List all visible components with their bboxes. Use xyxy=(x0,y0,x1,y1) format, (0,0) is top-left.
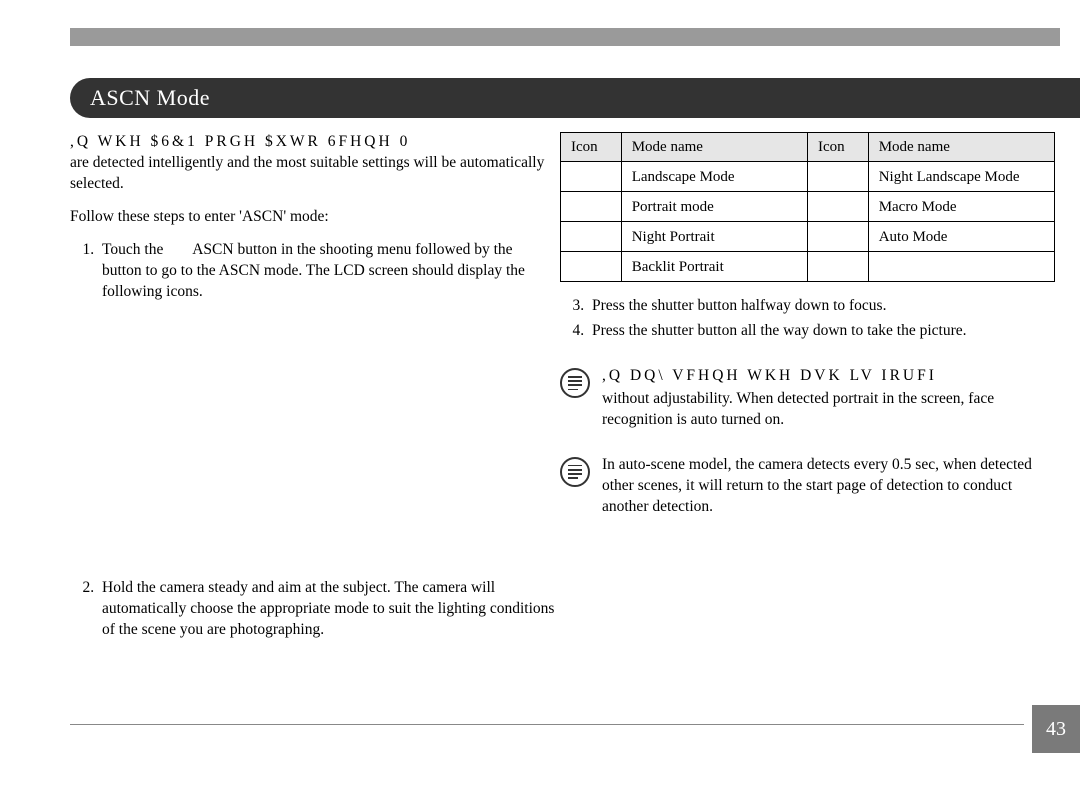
step-1-text-b: button to go to the ASCN mode. The LCD s… xyxy=(102,262,525,300)
mode-icon-cell xyxy=(561,222,622,252)
note-1-garbled: ,Q DQ\ VFHQH WKH DVK LV IRUFI xyxy=(602,366,1056,387)
step-1-text-mid: ASCN button in the shooting menu followe… xyxy=(192,241,516,258)
note-2-body: In auto-scene model, the camera detects … xyxy=(602,455,1056,518)
follow-steps-line: Follow these steps to enter 'ASCN' mode: xyxy=(70,207,560,228)
steps-list-right: Press the shutter button halfway down to… xyxy=(560,296,1056,342)
mode-name-cell: Night Landscape Mode xyxy=(868,162,1054,192)
header-rule xyxy=(70,28,1060,46)
footer-rule xyxy=(70,724,1024,725)
note-1-body: without adjustability. When detected por… xyxy=(602,389,1056,431)
intro-paragraph: are detected intelligently and the most … xyxy=(70,153,560,195)
mode-icon-cell xyxy=(807,252,868,282)
intro-garbled-line: ,Q WKH $6&1 PRGH $XWR 6FHQH 0 xyxy=(70,132,560,153)
table-row: Landscape Mode Night Landscape Mode xyxy=(561,162,1055,192)
mode-icon-cell xyxy=(807,222,868,252)
lcd-placeholder-gap xyxy=(70,308,560,578)
note-1-text: ,Q DQ\ VFHQH WKH DVK LV IRUFI without ad… xyxy=(602,366,1056,431)
right-column: Icon Mode name Icon Mode name Landscape … xyxy=(560,132,1056,647)
mode-name-cell: Landscape Mode xyxy=(621,162,807,192)
mode-name-cell: Night Portrait xyxy=(621,222,807,252)
table-row: Backlit Portrait xyxy=(561,252,1055,282)
mode-icon-cell xyxy=(807,162,868,192)
section-title-bar: ASCN Mode xyxy=(70,78,1080,118)
th-icon-2: Icon xyxy=(807,133,868,162)
mode-icon-cell xyxy=(561,252,622,282)
page-number: 43 xyxy=(1032,705,1080,753)
content-columns: ,Q WKH $6&1 PRGH $XWR 6FHQH 0 are detect… xyxy=(70,132,1080,647)
steps-list-left: Touch the ASCN button in the shooting me… xyxy=(70,240,560,303)
mode-icon-cell xyxy=(561,192,622,222)
note-1: ,Q DQ\ VFHQH WKH DVK LV IRUFI without ad… xyxy=(560,366,1056,431)
step-4: Press the shutter button all the way dow… xyxy=(588,321,1056,342)
step-3: Press the shutter button halfway down to… xyxy=(588,296,1056,317)
table-row: Portrait mode Macro Mode xyxy=(561,192,1055,222)
step-1-text-a: Touch the xyxy=(102,241,167,258)
left-column: ,Q WKH $6&1 PRGH $XWR 6FHQH 0 are detect… xyxy=(70,132,560,647)
note-2: In auto-scene model, the camera detects … xyxy=(560,455,1056,518)
th-icon-1: Icon xyxy=(561,133,622,162)
manual-page: ASCN Mode ,Q WKH $6&1 PRGH $XWR 6FHQH 0 … xyxy=(0,0,1080,785)
mode-name-cell: Auto Mode xyxy=(868,222,1054,252)
mode-name-cell: Backlit Portrait xyxy=(621,252,807,282)
steps-list-left-2: Hold the camera steady and aim at the su… xyxy=(70,578,560,641)
table-row: Night Portrait Auto Mode xyxy=(561,222,1055,252)
mode-name-cell xyxy=(868,252,1054,282)
step-2: Hold the camera steady and aim at the su… xyxy=(98,578,560,641)
mode-table: Icon Mode name Icon Mode name Landscape … xyxy=(560,132,1055,282)
mode-icon-cell xyxy=(561,162,622,192)
mode-icon-cell xyxy=(807,192,868,222)
note-2-text: In auto-scene model, the camera detects … xyxy=(602,455,1056,518)
step-1: Touch the ASCN button in the shooting me… xyxy=(98,240,560,303)
mode-name-cell: Macro Mode xyxy=(868,192,1054,222)
table-header-row: Icon Mode name Icon Mode name xyxy=(561,133,1055,162)
note-icon xyxy=(560,368,590,398)
th-mode-1: Mode name xyxy=(621,133,807,162)
th-mode-2: Mode name xyxy=(868,133,1054,162)
mode-name-cell: Portrait mode xyxy=(621,192,807,222)
note-icon xyxy=(560,457,590,487)
section-title: ASCN Mode xyxy=(90,85,210,111)
